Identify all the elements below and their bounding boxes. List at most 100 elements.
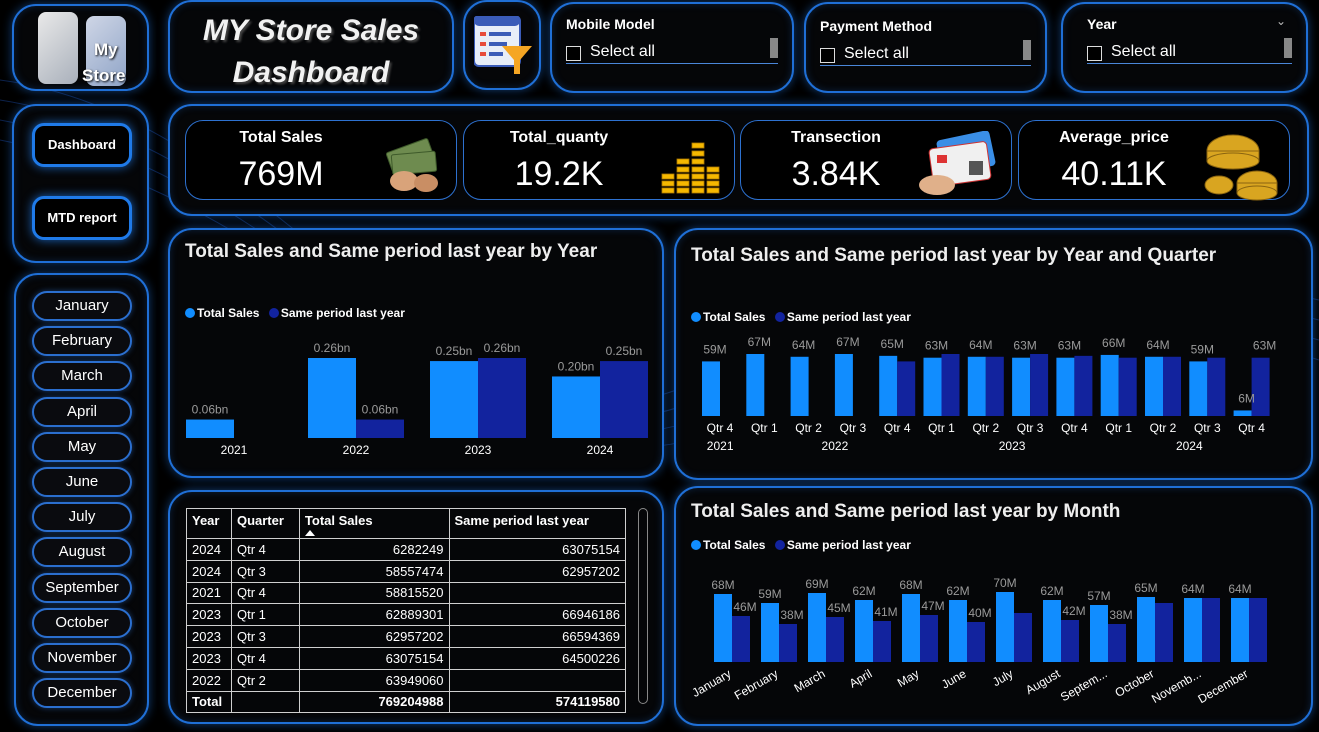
bar-same-period[interactable]: [1108, 624, 1126, 662]
scrollbar[interactable]: [770, 38, 778, 58]
data-label: 63M: [925, 339, 948, 353]
column-header[interactable]: Total Sales: [298, 508, 450, 539]
bar-total-sales[interactable]: [1043, 600, 1061, 662]
bar-same-period[interactable]: [732, 616, 750, 662]
bar-same-period[interactable]: [873, 621, 891, 662]
bar-same-period-2022[interactable]: [356, 419, 404, 438]
month-june[interactable]: June: [32, 467, 132, 497]
bar-total-sales[interactable]: [923, 357, 942, 416]
bar-total-sales[interactable]: [1056, 357, 1075, 416]
bar-total-sales[interactable]: [834, 354, 853, 416]
bar-total-sales[interactable]: [855, 600, 873, 662]
slicer-mobile-model[interactable]: Mobile Model Select all: [550, 2, 794, 93]
month-october[interactable]: October: [32, 607, 132, 638]
dashboard-button[interactable]: Dashboard: [32, 123, 132, 167]
bar-total-sales[interactable]: [1184, 598, 1202, 662]
bar-same-period[interactable]: [1014, 613, 1032, 662]
bar-same-period[interactable]: [1155, 603, 1173, 662]
x-tick-label: Qtr 4: [884, 421, 911, 435]
slicer-payment-method[interactable]: Payment Method Select all: [804, 2, 1047, 93]
legend-item-total-sales[interactable]: Total Sales: [185, 306, 259, 320]
bar-total-sales[interactable]: [1233, 410, 1252, 416]
month-may[interactable]: May: [32, 431, 132, 462]
sort-ascending-icon[interactable]: [304, 530, 315, 536]
checkbox[interactable]: [820, 48, 835, 63]
scrollbar[interactable]: [1023, 40, 1031, 60]
bar-total-sales[interactable]: [1100, 354, 1119, 416]
bar-same-period[interactable]: [1030, 354, 1049, 416]
month-february[interactable]: February: [32, 326, 132, 357]
bar-total-sales[interactable]: [996, 592, 1014, 662]
bar-total-sales[interactable]: [902, 594, 920, 662]
bar-total-sales-2024[interactable]: [552, 376, 600, 438]
bar-same-period[interactable]: [1202, 598, 1220, 662]
bar-total-sales-2023[interactable]: [430, 361, 478, 438]
month-july[interactable]: July: [32, 502, 132, 533]
month-april[interactable]: April: [32, 396, 132, 427]
bar-same-period[interactable]: [985, 356, 1004, 416]
checkbox[interactable]: [1087, 46, 1102, 61]
data-label: 0.06bn: [192, 403, 229, 417]
bar-chart-month[interactable]: 68M 46M January 59M 38M February 69M 45M March 62…: [684, 558, 1304, 726]
bar-same-period[interactable]: [1249, 598, 1267, 662]
column-header[interactable]: Same period last year: [448, 508, 627, 539]
bar-same-period[interactable]: [897, 361, 916, 416]
bar-same-period[interactable]: [1207, 357, 1226, 416]
bar-total-sales-2022[interactable]: [308, 358, 356, 438]
bar-total-sales[interactable]: [1145, 356, 1163, 416]
bar-total-sales[interactable]: [746, 354, 765, 416]
bar-total-sales-2021[interactable]: [186, 419, 234, 438]
slicer-year[interactable]: Year ⌄ Select all: [1061, 2, 1308, 93]
filter-panel-button[interactable]: [463, 0, 541, 90]
bar-same-period[interactable]: [920, 615, 938, 662]
month-january[interactable]: January: [32, 291, 132, 321]
bar-total-sales[interactable]: [1090, 605, 1108, 662]
bar-total-sales[interactable]: [761, 603, 779, 662]
bar-same-period[interactable]: [1061, 620, 1079, 662]
month-september[interactable]: September: [32, 572, 132, 603]
bar-total-sales[interactable]: [714, 594, 732, 662]
bar-same-period-2024[interactable]: [600, 361, 648, 438]
table-scrollbar[interactable]: [638, 508, 648, 704]
bar-same-period[interactable]: [1118, 357, 1137, 416]
bar-same-period[interactable]: [967, 622, 985, 662]
legend-item-total-sales[interactable]: Total Sales: [691, 310, 765, 324]
bar-same-period[interactable]: [1074, 355, 1093, 416]
bar-total-sales[interactable]: [967, 356, 986, 416]
bar-total-sales[interactable]: [1137, 597, 1155, 662]
bar-total-sales[interactable]: [1012, 357, 1031, 416]
bar-total-sales[interactable]: [808, 593, 826, 662]
month-december[interactable]: December: [32, 678, 132, 709]
legend-item-total-sales[interactable]: Total Sales: [691, 538, 765, 552]
legend-item-same-period[interactable]: Same period last year: [268, 306, 405, 320]
select-all-option[interactable]: Select all: [1087, 38, 1292, 64]
bar-same-period[interactable]: [941, 354, 960, 416]
bar-same-period[interactable]: [779, 624, 797, 662]
mtd-report-button[interactable]: MTD report: [32, 196, 132, 240]
legend-item-same-period[interactable]: Same period last year: [774, 310, 911, 324]
chevron-down-icon[interactable]: ⌄: [1276, 14, 1286, 28]
x-tick-label: June: [939, 666, 969, 691]
month-march[interactable]: March: [32, 361, 132, 392]
column-header[interactable]: Quarter: [230, 508, 300, 539]
column-header[interactable]: Year: [186, 508, 232, 539]
bar-same-period[interactable]: [1163, 356, 1181, 416]
scrollbar[interactable]: [1284, 38, 1292, 58]
bar-total-sales[interactable]: [790, 356, 809, 416]
bar-chart-quarter[interactable]: 59M Qtr 4 67M Qtr 1 64M Qtr 2 67M Qtr 3 65M Qtr 4…: [684, 336, 1304, 466]
bar-same-period-2023[interactable]: [478, 358, 526, 438]
bar-chart-year[interactable]: 0.06bn 2021 0.26bn 0.06bn 2022 0.25bn 0.26bn 20…: [178, 326, 658, 466]
bar-total-sales[interactable]: [949, 600, 967, 662]
legend-item-same-period[interactable]: Same period last year: [774, 538, 911, 552]
month-november[interactable]: November: [32, 643, 132, 673]
bar-total-sales[interactable]: [702, 361, 720, 416]
bar-total-sales[interactable]: [1231, 598, 1249, 662]
bar-same-period[interactable]: [826, 617, 844, 662]
bar-same-period[interactable]: [1251, 357, 1270, 416]
select-all-option[interactable]: Select all: [566, 38, 778, 64]
checkbox[interactable]: [566, 46, 581, 61]
bar-total-sales[interactable]: [1189, 361, 1208, 416]
select-all-option[interactable]: Select all: [820, 40, 1031, 66]
month-august[interactable]: August: [32, 537, 132, 568]
bar-total-sales[interactable]: [879, 355, 898, 416]
